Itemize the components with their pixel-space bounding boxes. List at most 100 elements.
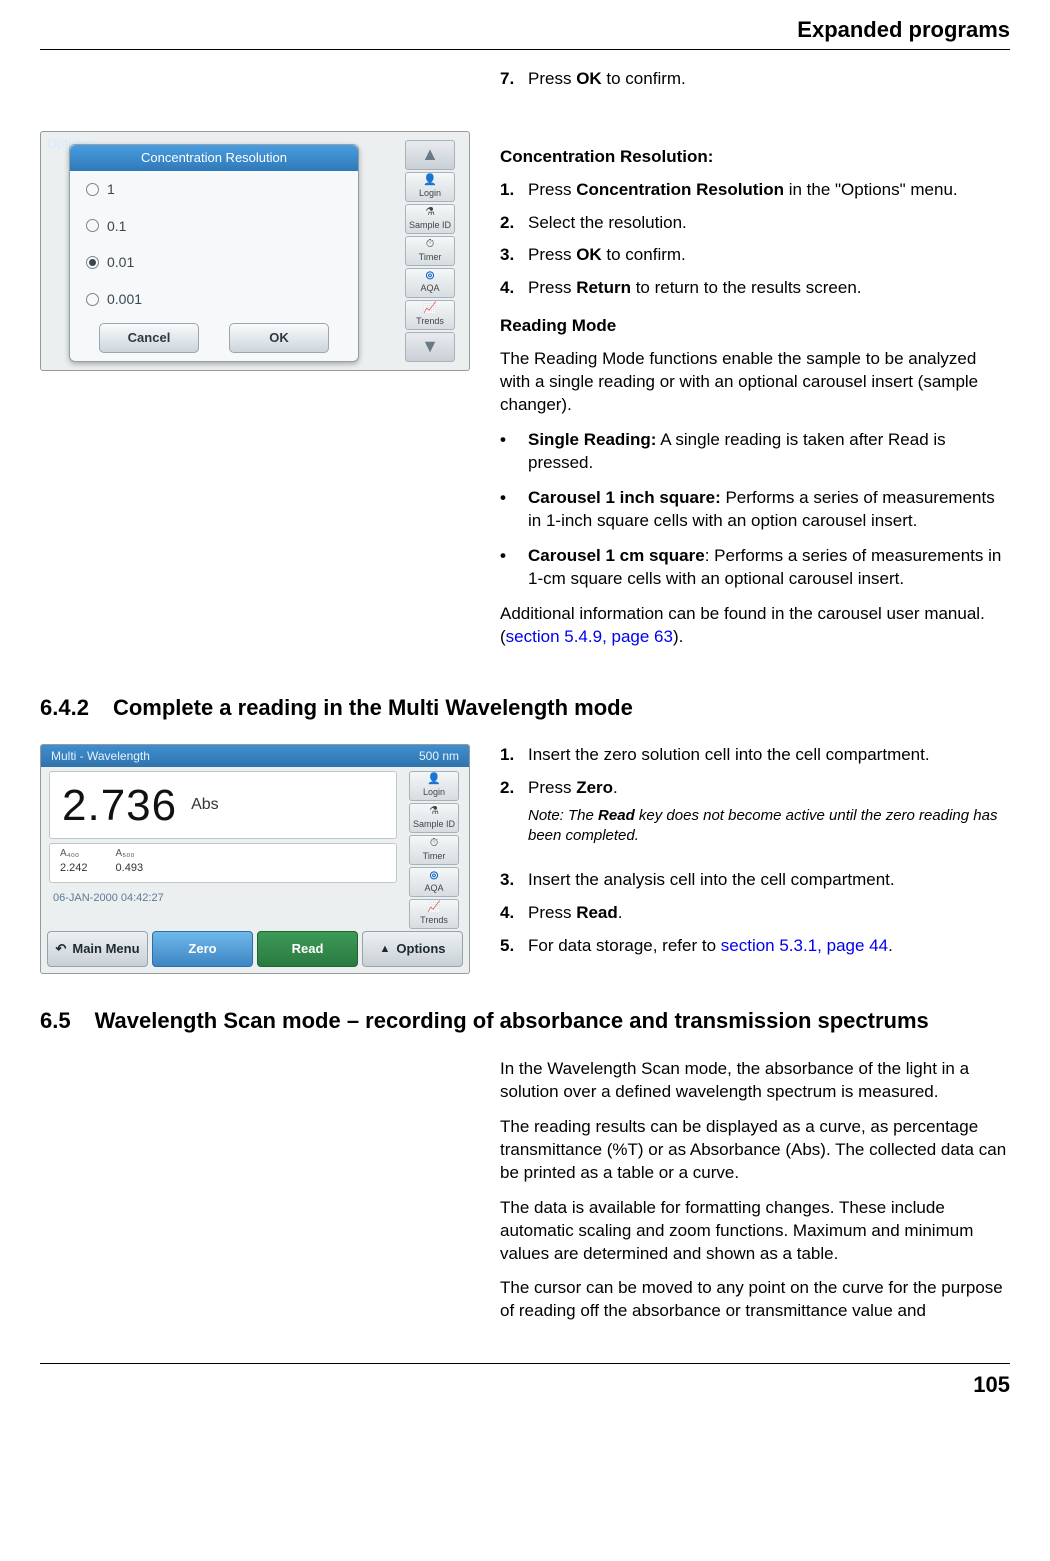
step-number: 3. (500, 244, 528, 267)
mw-title-left: Multi - Wavelength (51, 748, 150, 764)
section-number: 6.5 (40, 1006, 71, 1036)
lbl: Timer (423, 850, 446, 862)
link-section-531[interactable]: section 5.3.1, page 44 (721, 936, 888, 955)
reading-mode-heading: Reading Mode (500, 315, 1010, 338)
conc-res-heading: Concentration Resolution: (500, 146, 1010, 169)
screenshot-multi-wavelength: Multi - Wavelength 500 nm 2.736 Abs A₄₀₀… (40, 744, 470, 974)
val: 2.242 (60, 861, 88, 876)
step-number: 2. (500, 777, 528, 858)
cancel-button[interactable]: Cancel (99, 323, 199, 353)
step-text: Select the resolution. (528, 212, 1010, 235)
back-icon: ↶ (55, 940, 66, 958)
side-toolbar: 👤Login ⚗Sample ID ⏱Timer ◎AQA 📈Trends (409, 771, 459, 929)
sample-id-button[interactable]: ⚗Sample ID (409, 803, 459, 833)
trends-button[interactable]: 📈Trends (409, 899, 459, 929)
radio-icon (86, 219, 99, 232)
login-button[interactable]: 👤Login (405, 172, 455, 202)
wscan-p1: In the Wavelength Scan mode, the absorba… (500, 1058, 1010, 1104)
radio-option-0-001[interactable]: 0.001 (70, 281, 358, 318)
login-icon: 👤 (423, 175, 437, 186)
step-text: Press OK to confirm. (528, 68, 1010, 91)
section-title: Complete a reading in the Multi Waveleng… (113, 693, 1010, 723)
radio-option-0-01[interactable]: 0.01 (70, 244, 358, 281)
radio-icon (86, 293, 99, 306)
link-section-549[interactable]: section 5.4.9, page 63 (506, 627, 673, 646)
reading-mode-intro: The Reading Mode functions enable the sa… (500, 348, 1010, 417)
mw-titlebar: Multi - Wavelength 500 nm (41, 745, 469, 767)
mw-sub-2: A₅₀₀0.493 (116, 847, 144, 875)
txt: . (613, 778, 618, 797)
step-text: Insert the analysis cell into the cell c… (528, 869, 1010, 892)
login-button[interactable]: 👤Login (409, 771, 459, 801)
scroll-up-button[interactable]: ▲ (405, 140, 455, 170)
login-icon: 👤 (427, 774, 441, 785)
txt: Press (528, 245, 576, 264)
conc-res-text: Concentration Resolution: 1.Press Concen… (500, 131, 1010, 661)
wavelength-scan-body: In the Wavelength Scan mode, the absorba… (500, 1058, 1010, 1323)
step-text: Press Zero. Note: The Read key does not … (528, 777, 1010, 858)
step-text: Press OK to confirm. (528, 244, 1010, 267)
step-text: Press Return to return to the results sc… (528, 277, 1010, 300)
flask-icon: ⚗ (425, 207, 435, 218)
sample-id-button[interactable]: ⚗Sample ID (405, 204, 455, 234)
step-number: 7. (500, 68, 528, 91)
lbl: Trends (420, 914, 448, 926)
radio-label: 0.001 (107, 290, 142, 309)
bold: Carousel 1 cm square (528, 546, 705, 565)
options-button[interactable]: ▲ Options (362, 931, 463, 967)
dialog-title: Concentration Resolution (70, 145, 358, 171)
aqa-button[interactable]: ◎AQA (409, 867, 459, 897)
timer-icon: ⏱ (430, 838, 439, 849)
ok-button[interactable]: OK (229, 323, 329, 353)
lbl: Trends (416, 315, 444, 327)
bullet-icon: • (500, 545, 528, 591)
section-number: 6.4.2 (40, 693, 89, 723)
scroll-down-button[interactable]: ▼ (405, 332, 455, 362)
bullet-icon: • (500, 429, 528, 475)
lbl: Options (396, 940, 445, 958)
lbl: Login (423, 786, 445, 798)
aqa-button[interactable]: ◎AQA (405, 268, 455, 298)
main-menu-button[interactable]: ↶Main Menu (47, 931, 148, 967)
timer-button[interactable]: ⏱Timer (405, 236, 455, 266)
radio-label: 0.01 (107, 253, 134, 272)
step-text: Press Concentration Resolution in the "O… (528, 179, 1010, 202)
step-text: Press Read. (528, 902, 1010, 925)
txt: ). (673, 627, 683, 646)
zero-button[interactable]: Zero (152, 931, 253, 967)
bold: Return (576, 278, 631, 297)
bold: Read (576, 903, 618, 922)
bold: Read (598, 807, 635, 824)
radio-icon-selected (86, 256, 99, 269)
aqa-icon: ◎ (426, 271, 435, 281)
trends-button[interactable]: 📈Trends (405, 300, 455, 330)
lbl: Sample ID (413, 818, 455, 830)
section-heading-65: 6.5 Wavelength Scan mode – recording of … (40, 1006, 1010, 1036)
step-number: 2. (500, 212, 528, 235)
bullet-icon: • (500, 487, 528, 533)
mw-unit: Abs (191, 794, 219, 816)
read-button[interactable]: Read (257, 931, 358, 967)
bullet-text: Single Reading: A single reading is take… (528, 429, 1010, 475)
lbl: AQA (420, 282, 439, 294)
mw-bottom-bar: ↶Main Menu Zero Read ▲ Options (47, 931, 463, 967)
txt: to confirm. (602, 245, 686, 264)
step-text: Insert the zero solution cell into the c… (528, 744, 1010, 767)
page-number: 105 (40, 1364, 1010, 1420)
screenshot-concentration-resolution: Options Concentration Resolution 1 0.1 0… (40, 131, 470, 371)
aqa-icon: ◎ (430, 871, 439, 881)
step-list-7: 7. Press OK to confirm. (500, 68, 1010, 91)
mw-sub-1: A₄₀₀2.242 (60, 847, 88, 875)
mw-sub-panel: A₄₀₀2.242 A₅₀₀0.493 (49, 843, 397, 883)
wscan-p3: The data is available for formatting cha… (500, 1197, 1010, 1266)
mw-value: 2.736 (62, 776, 177, 835)
lbl: A₄₀₀ (60, 847, 88, 861)
txt: in the "Options" menu. (784, 180, 958, 199)
txt: Select the resolution. (528, 213, 687, 232)
radio-option-0-1[interactable]: 0.1 (70, 208, 358, 245)
radio-option-1[interactable]: 1 (70, 171, 358, 208)
chevron-up-icon: ▲ (380, 942, 391, 957)
bullet-text: Carousel 1 cm square: Performs a series … (528, 545, 1010, 591)
step-text: For data storage, refer to section 5.3.1… (528, 935, 1010, 958)
timer-button[interactable]: ⏱Timer (409, 835, 459, 865)
